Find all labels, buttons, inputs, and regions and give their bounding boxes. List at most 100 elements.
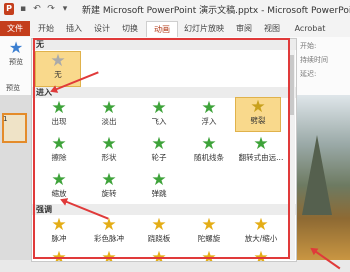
animation-label: 弹跳 [151,189,167,198]
animation-swivel[interactable]: ★ 旋转 [87,171,131,201]
animation-label: 陀螺旋 [197,234,221,243]
tab-transitions[interactable]: 切换 [118,21,142,36]
delay-label[interactable]: 延迟: [300,67,350,81]
star-icon: ★ [151,98,167,118]
gallery-scrollbar[interactable] [289,50,295,260]
star-icon: ★ [50,51,66,71]
star-icon: ★ [201,98,217,118]
animation-label: 跷跷板 [147,234,171,243]
star-icon: ★ [201,134,217,154]
quick-access-toolbar: P ▪ ↶ ↷ ▾ [4,3,70,15]
star-icon: ★ [253,134,269,154]
star-icon: ★ [151,248,167,262]
star-icon: ★ [51,215,67,235]
star-icon: ★ [51,98,67,118]
animation-label: 轮子 [151,153,167,162]
customize-qat-icon[interactable]: ▾ [60,3,70,15]
star-icon: ★ [151,170,167,190]
undo-icon[interactable]: ↶ [32,3,42,15]
preview-group-label: 预览 [6,84,20,92]
preview-button[interactable]: ★ 预览 [3,39,29,67]
animation-split[interactable]: ★ 劈裂 [235,97,281,132]
animation-float-in[interactable]: ★ 浮入 [187,99,231,129]
animation-label: 放大/缩小 [244,234,278,243]
star-icon: ★ [253,215,269,235]
save-icon[interactable]: ▪ [18,3,28,15]
animation-grow-turn[interactable]: ★ 翻转式由远... [235,135,287,165]
animation-label: 形状 [101,153,117,162]
animation-label: 劈裂 [250,116,266,125]
animation-zoom[interactable]: ★ 缩放 [37,171,81,201]
star-icon: ★ [253,248,269,262]
slide-number: 1 [3,115,8,123]
animation-more-1[interactable]: ★ [37,248,81,262]
slide-canvas[interactable] [296,95,350,260]
animation-label: 浮入 [201,117,217,126]
animation-label: 擦除 [51,153,67,162]
animation-more-4[interactable]: ★ [187,248,231,262]
animation-gallery: 无 ★ 无 进入 ★ 出现 ★ 淡出 ★ 飞入 ★ 浮入 ★ 劈裂 ★ 擦除 ★ 形状 ★ 轮子… [31,38,297,262]
animation-wheel[interactable]: ★ 轮子 [137,135,181,165]
star-icon: ★ [101,170,117,190]
star-icon: ★ [101,248,117,262]
animation-grow-shrink[interactable]: ★ 放大/缩小 [235,216,287,246]
timing-group: 开始: 持续时间 延迟: [300,39,350,81]
animation-label: 翻转式由远... [238,153,284,162]
animation-appear[interactable]: ★ 出现 [37,99,81,129]
animation-fade[interactable]: ★ 淡出 [87,99,131,129]
animation-label: 脉冲 [51,234,67,243]
tab-home[interactable]: 开始 [34,21,58,36]
star-icon: ★ [51,170,67,190]
star-icon: ★ [51,134,67,154]
animation-label: 无 [54,70,62,79]
animation-fly-in[interactable]: ★ 飞入 [137,99,181,129]
star-icon: ★ [201,215,217,235]
animation-wipe[interactable]: ★ 擦除 [37,135,81,165]
animation-pulse[interactable]: ★ 脉冲 [37,216,81,246]
redo-icon[interactable]: ↷ [46,3,56,15]
animation-bounce[interactable]: ★ 弹跳 [137,171,181,201]
animation-label: 淡出 [101,117,117,126]
star-icon: ★ [101,134,117,154]
gallery-scroll-thumb[interactable] [290,55,294,115]
powerpoint-icon: P [4,3,14,15]
section-emphasis: 强调 [32,204,296,215]
star-icon: ★ [101,215,117,235]
animation-label: 出现 [51,117,67,126]
tab-design[interactable]: 设计 [90,21,114,36]
animation-random-bars[interactable]: ★ 随机线条 [187,135,231,165]
title-bar: P ▪ ↶ ↷ ▾ 新建 Microsoft PowerPoint 演示文稿.p… [0,0,350,20]
animation-label: 旋转 [101,189,117,198]
star-preview-icon: ★ [8,38,24,57]
star-icon: ★ [250,97,266,117]
animation-label: 缩放 [51,189,67,198]
star-icon: ★ [151,134,167,154]
star-icon: ★ [51,248,67,262]
animation-more-3[interactable]: ★ [137,248,181,262]
tab-review[interactable]: 审阅 [232,21,256,36]
tab-slideshow[interactable]: 幻灯片放映 [180,21,228,36]
tab-view[interactable]: 视图 [260,21,284,36]
animation-more-5[interactable]: ★ [235,248,287,262]
ribbon-tabs: 文件 开始 插入 设计 切换 动画 幻灯片放映 审阅 视图 Acrobat [0,20,350,38]
preview-label: 预览 [9,58,23,66]
animation-spin[interactable]: ★ 陀螺旋 [187,216,231,246]
tab-acrobat[interactable]: Acrobat [290,21,330,36]
duration-label[interactable]: 持续时间 [300,53,350,67]
animation-label: 飞入 [151,117,167,126]
tab-animations[interactable]: 动画 [146,21,178,38]
animation-label: 彩色脉冲 [94,234,124,243]
start-label[interactable]: 开始: [300,39,350,53]
animation-shape[interactable]: ★ 形状 [87,135,131,165]
tab-file[interactable]: 文件 [0,21,30,36]
tab-insert[interactable]: 插入 [62,21,86,36]
star-icon: ★ [151,215,167,235]
section-none: 无 [32,39,296,50]
animation-label: 随机线条 [194,153,224,162]
animation-more-2[interactable]: ★ [87,248,131,262]
star-icon: ★ [101,98,117,118]
star-icon: ★ [201,248,217,262]
animation-teeter[interactable]: ★ 跷跷板 [137,216,181,246]
animation-color-pulse[interactable]: ★ 彩色脉冲 [87,216,131,246]
window-title: 新建 Microsoft PowerPoint 演示文稿.pptx - Micr… [82,6,350,16]
